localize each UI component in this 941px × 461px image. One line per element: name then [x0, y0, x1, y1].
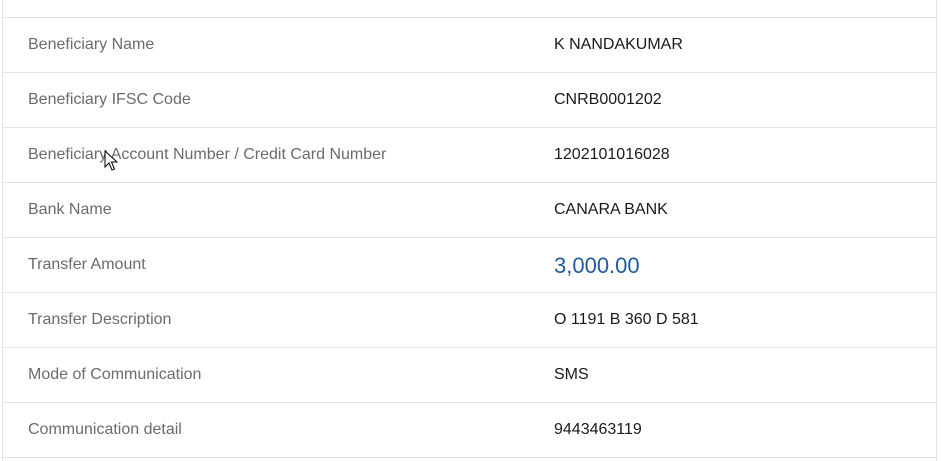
table-row-account-number: Beneficiary Account Number / Credit Card…	[3, 128, 936, 183]
row-value: SMS	[554, 366, 589, 383]
row-value: K NANDAKUMAR	[554, 36, 683, 53]
row-value: 9443463119	[554, 421, 642, 438]
row-label: Transfer Description	[28, 311, 172, 328]
row-label: Communication detail	[28, 421, 182, 438]
confirmation-page: Beneficiary Name K NANDAKUMAR Beneficiar…	[0, 0, 941, 461]
table-row-mode-of-communication: Mode of Communication SMS	[3, 348, 936, 403]
row-value: CNRB0001202	[554, 91, 662, 108]
table-row-beneficiary-name: Beneficiary Name K NANDAKUMAR	[3, 18, 936, 73]
table-row-transfer-amount: Transfer Amount 3,000.00	[3, 238, 936, 293]
table-row-bank-name: Bank Name CANARA BANK	[3, 183, 936, 238]
row-label: Transfer Amount	[28, 256, 146, 273]
transfer-amount-value: 3,000.00	[554, 253, 640, 278]
row-label: Beneficiary Account Number / Credit Card…	[28, 146, 387, 163]
table-top-row	[3, 0, 936, 18]
row-label: Beneficiary IFSC Code	[28, 91, 191, 108]
row-value: O 1191 B 360 D 581	[554, 311, 699, 328]
row-label: Beneficiary Name	[28, 36, 155, 53]
row-label: Mode of Communication	[28, 366, 202, 383]
table-row-ifsc-code: Beneficiary IFSC Code CNRB0001202	[3, 73, 936, 128]
row-value: CANARA BANK	[554, 201, 668, 218]
table-row-transfer-description: Transfer Description O 1191 B 360 D 581	[3, 293, 936, 348]
transfer-details-table: Beneficiary Name K NANDAKUMAR Beneficiar…	[2, 0, 937, 461]
mouse-pointer-icon	[104, 150, 118, 171]
row-label: Bank Name	[28, 201, 112, 218]
row-value: 1202101016028	[554, 146, 670, 163]
table-row-communication-detail: Communication detail 9443463119	[3, 403, 936, 458]
